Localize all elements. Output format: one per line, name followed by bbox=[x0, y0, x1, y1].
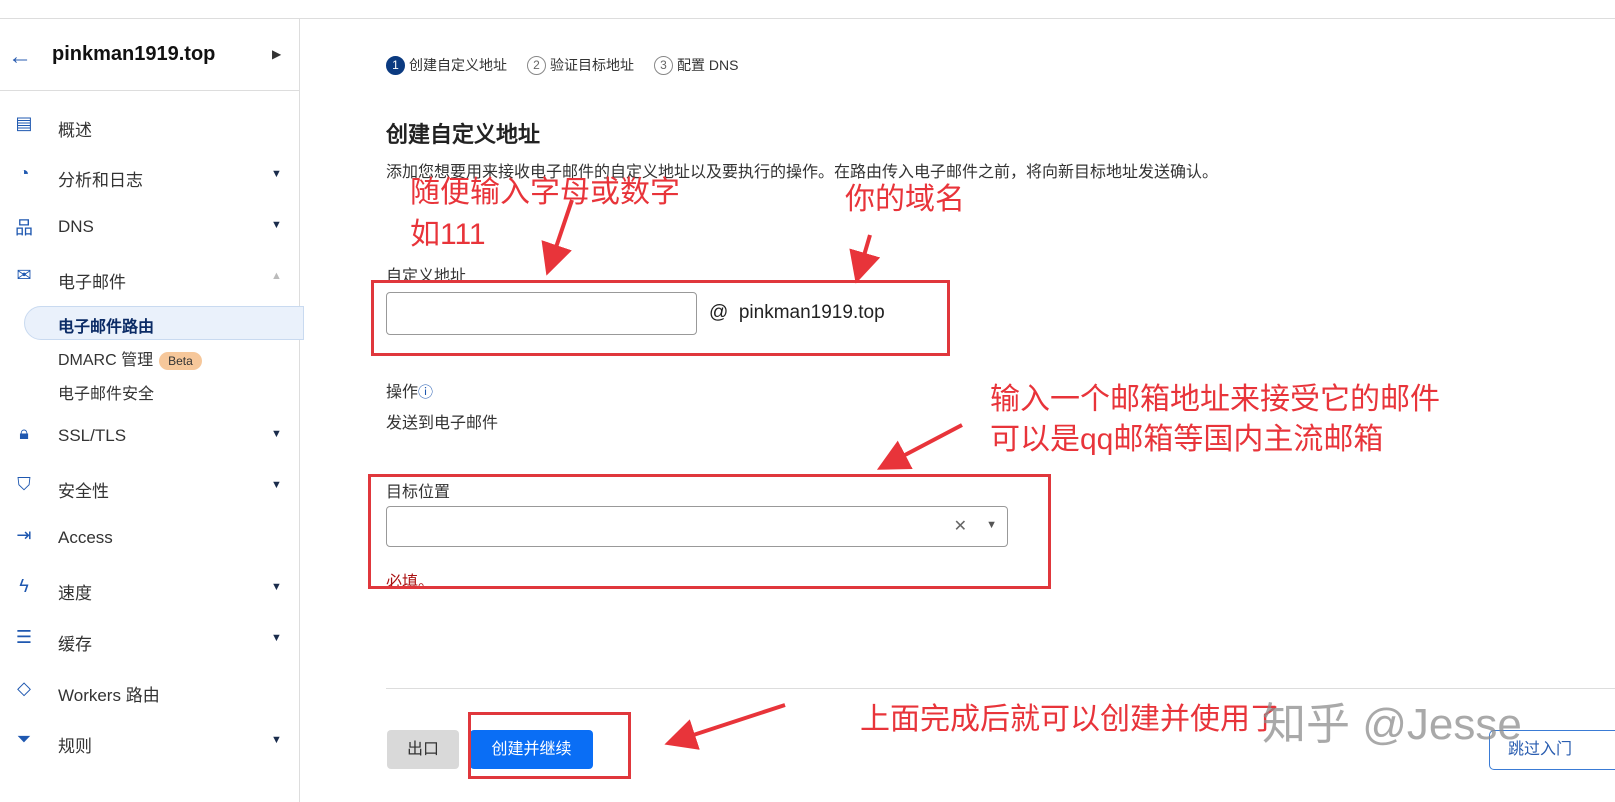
arrow-icon bbox=[849, 234, 881, 284]
annotation-arrows bbox=[541, 199, 963, 750]
arrow-icon bbox=[664, 703, 786, 750]
watermark: 知乎 @Jesse bbox=[1262, 700, 1522, 749]
arrow-icon bbox=[541, 199, 574, 276]
arrow-icon bbox=[876, 423, 963, 470]
